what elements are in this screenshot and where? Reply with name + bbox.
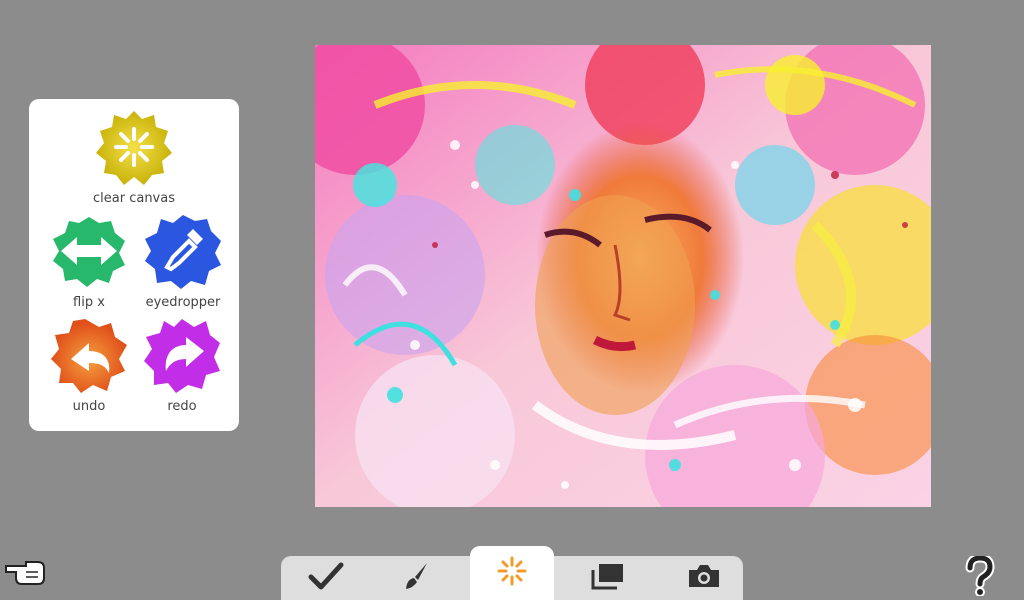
hand-pointer-icon[interactable]: [4, 556, 46, 590]
flip-x-button[interactable]: flip x: [49, 211, 129, 310]
painting-artwork: [315, 45, 931, 507]
bottom-toolbar: [281, 546, 743, 600]
camera-button[interactable]: [659, 556, 749, 600]
redo-icon: [142, 315, 222, 395]
clear-canvas-icon: [94, 107, 174, 187]
checkmark-icon: [308, 561, 344, 595]
clear-canvas-button[interactable]: clear canvas: [84, 107, 184, 206]
undo-button[interactable]: undo: [49, 315, 129, 414]
undo-icon: [49, 315, 129, 395]
tool-panel: clear canvas flip x eyedropper undo redo: [29, 99, 239, 431]
eyedropper-button[interactable]: eyedropper: [133, 211, 233, 310]
confirm-button[interactable]: [281, 556, 371, 600]
help-icon[interactable]: [962, 553, 998, 597]
clear-canvas-label: clear canvas: [93, 191, 175, 206]
undo-label: undo: [72, 399, 106, 414]
painting-canvas[interactable]: [315, 45, 931, 507]
layers-button[interactable]: [563, 556, 653, 600]
eyedropper-label: eyedropper: [145, 295, 221, 310]
tools-tab-active[interactable]: [470, 546, 554, 600]
eyedropper-icon: [143, 211, 223, 291]
redo-label: redo: [167, 399, 197, 414]
tools-burst-icon: [496, 555, 528, 591]
flip-x-icon: [49, 211, 129, 291]
camera-icon: [687, 563, 721, 593]
brush-button[interactable]: [371, 556, 461, 600]
redo-button[interactable]: redo: [137, 315, 227, 414]
flip-x-label: flip x: [73, 295, 105, 310]
layers-icon: [591, 562, 625, 594]
brush-icon: [401, 561, 431, 595]
